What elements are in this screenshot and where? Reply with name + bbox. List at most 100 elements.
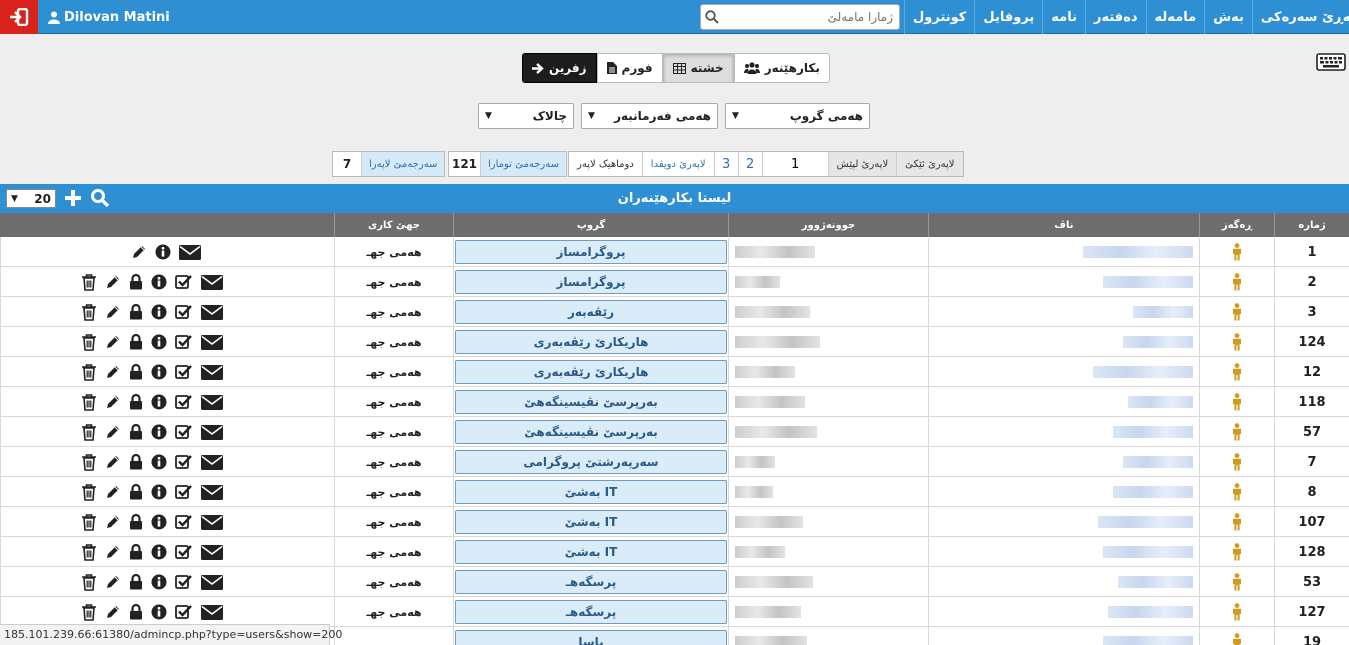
- envelope-icon[interactable]: [201, 304, 223, 320]
- nav-section[interactable]: بەش: [1204, 0, 1252, 34]
- user-menu[interactable]: Dilovan Matini: [48, 0, 170, 34]
- group-badge[interactable]: سەرپەرشتێ پروگرامی: [455, 450, 727, 474]
- envelope-icon[interactable]: [201, 484, 223, 500]
- checkbox-icon[interactable]: [175, 604, 193, 620]
- pencil-icon[interactable]: [105, 304, 121, 320]
- trash-icon[interactable]: [81, 543, 97, 561]
- info-icon[interactable]: [151, 304, 167, 320]
- envelope-icon[interactable]: [201, 274, 223, 290]
- envelope-icon[interactable]: [201, 514, 223, 530]
- first-page-button[interactable]: لاپەرێ ئێکێ: [896, 152, 963, 176]
- envelope-icon[interactable]: [201, 574, 223, 590]
- last-page-button[interactable]: دوماهیک لاپەر: [569, 152, 642, 176]
- envelope-icon[interactable]: [201, 544, 223, 560]
- lock-icon[interactable]: [129, 394, 143, 410]
- next-page-button[interactable]: لاپەرێ دویڤدا: [641, 152, 714, 176]
- group-badge[interactable]: پروگرامساز: [455, 270, 727, 294]
- pencil-icon[interactable]: [105, 484, 121, 500]
- trash-icon[interactable]: [81, 333, 97, 351]
- trash-icon[interactable]: [81, 303, 97, 321]
- lock-icon[interactable]: [129, 334, 143, 350]
- lock-icon[interactable]: [129, 364, 143, 380]
- pencil-icon[interactable]: [105, 574, 121, 590]
- group-select[interactable]: ▼ هەمی گروپ: [725, 103, 870, 129]
- info-icon[interactable]: [151, 484, 167, 500]
- trash-icon[interactable]: [81, 393, 97, 411]
- checkbox-icon[interactable]: [175, 544, 193, 560]
- group-badge[interactable]: بەشێ IT: [455, 480, 727, 504]
- lock-icon[interactable]: [129, 574, 143, 590]
- envelope-icon[interactable]: [201, 454, 223, 470]
- col-type[interactable]: ڕەگەز: [1199, 213, 1274, 237]
- logout-button[interactable]: [0, 0, 38, 34]
- checkbox-icon[interactable]: [175, 514, 193, 530]
- envelope-icon[interactable]: [201, 364, 223, 380]
- group-badge[interactable]: بەشێ IT: [455, 510, 727, 534]
- search-icon[interactable]: [701, 10, 723, 24]
- page-2-button[interactable]: 2: [737, 152, 762, 176]
- info-icon[interactable]: [151, 394, 167, 410]
- group-badge[interactable]: بەشێ IT: [455, 540, 727, 564]
- envelope-icon[interactable]: [201, 334, 223, 350]
- group-badge[interactable]: بەرپرسێ نڤیسینگەهێ: [455, 420, 727, 444]
- group-badge[interactable]: پرسگەهـ: [455, 570, 727, 594]
- group-badge[interactable]: هاریکارێ رێڤەبەری: [455, 360, 727, 384]
- checkbox-icon[interactable]: [175, 274, 193, 290]
- prev-page-button[interactable]: لاپەرێ لپێش: [827, 152, 897, 176]
- back-button[interactable]: زفرین: [522, 53, 597, 83]
- group-badge[interactable]: رێڤەبەر: [455, 300, 727, 324]
- col-username[interactable]: جوونەژوور: [728, 213, 928, 237]
- pencil-icon[interactable]: [105, 334, 121, 350]
- checkbox-icon[interactable]: [175, 454, 193, 470]
- lock-icon[interactable]: [129, 544, 143, 560]
- group-badge[interactable]: بەرپرسێ نڤیسینگەهێ: [455, 390, 727, 414]
- col-number[interactable]: ژمارە: [1274, 213, 1349, 237]
- nav-control[interactable]: کونترول: [904, 0, 974, 34]
- trash-icon[interactable]: [81, 363, 97, 381]
- lock-icon[interactable]: [129, 454, 143, 470]
- trash-icon[interactable]: [81, 483, 97, 501]
- checkbox-icon[interactable]: [175, 364, 193, 380]
- col-name[interactable]: ناڤ: [928, 213, 1199, 237]
- trash-icon[interactable]: [81, 453, 97, 471]
- search-icon[interactable]: [90, 188, 110, 208]
- info-icon[interactable]: [151, 604, 167, 620]
- pencil-icon[interactable]: [105, 274, 121, 290]
- trash-icon[interactable]: [81, 573, 97, 591]
- trash-icon[interactable]: [81, 423, 97, 441]
- pencil-icon[interactable]: [105, 394, 121, 410]
- lock-icon[interactable]: [129, 604, 143, 620]
- status-select[interactable]: ▼ چالاک: [478, 103, 574, 129]
- info-icon[interactable]: [151, 424, 167, 440]
- info-icon[interactable]: [151, 274, 167, 290]
- envelope-icon[interactable]: [201, 424, 223, 440]
- form-view-button[interactable]: فورم: [596, 53, 663, 83]
- info-icon[interactable]: [151, 544, 167, 560]
- trash-icon[interactable]: [81, 273, 97, 291]
- nav-transaction[interactable]: مامەلە: [1145, 0, 1205, 34]
- trash-icon[interactable]: [81, 513, 97, 531]
- group-badge[interactable]: پاسا: [455, 630, 727, 645]
- checkbox-icon[interactable]: [175, 304, 193, 320]
- pencil-icon[interactable]: [105, 544, 121, 560]
- checkbox-icon[interactable]: [175, 334, 193, 350]
- group-badge[interactable]: هاریکارێ رێڤەبەری: [455, 330, 727, 354]
- per-page-select[interactable]: ▼ 20: [6, 189, 56, 208]
- lock-icon[interactable]: [129, 274, 143, 290]
- checkbox-icon[interactable]: [175, 484, 193, 500]
- col-scope[interactable]: جهێ كاری: [334, 213, 453, 237]
- info-icon[interactable]: [151, 454, 167, 470]
- envelope-icon[interactable]: [201, 604, 223, 620]
- lock-icon[interactable]: [129, 514, 143, 530]
- employee-select[interactable]: ▼ هەمی فەرمانبەر: [581, 103, 718, 129]
- envelope-icon[interactable]: [179, 244, 201, 260]
- group-badge[interactable]: پرسگەهـ: [455, 600, 727, 624]
- page-3-button[interactable]: 3: [713, 152, 738, 176]
- info-icon[interactable]: [151, 514, 167, 530]
- nav-profile[interactable]: پروفایل: [974, 0, 1042, 34]
- pencil-icon[interactable]: [105, 424, 121, 440]
- col-group[interactable]: گروپ: [453, 213, 728, 237]
- info-icon[interactable]: [151, 574, 167, 590]
- nav-letter[interactable]: نامە: [1042, 0, 1085, 34]
- checkbox-icon[interactable]: [175, 424, 193, 440]
